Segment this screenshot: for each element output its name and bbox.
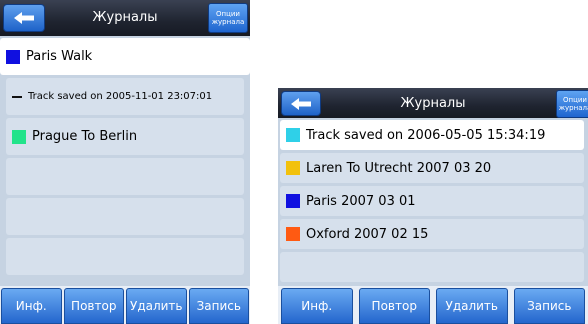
logs-screen-left: Журналы Опции журнала Paris Walk Track sa…	[0, 0, 250, 324]
replay-button[interactable]: Повтор	[358, 288, 430, 324]
log-list-empty-row	[6, 158, 244, 195]
log-list-empty-row	[280, 252, 584, 282]
delete-button[interactable]: Удалить	[436, 288, 508, 324]
log-options-label-line2: журнала	[211, 18, 245, 26]
track-color-swatch	[12, 129, 26, 144]
log-list-empty-row	[6, 198, 244, 235]
track-color-swatch	[286, 194, 300, 208]
log-options-label-line2: журнала	[558, 104, 588, 112]
log-list: Paris Walk Track saved on 2005-11-01 23:0…	[0, 38, 250, 278]
log-list-empty-row	[6, 238, 244, 275]
title-bar: Журналы Опции журнала	[278, 88, 588, 118]
log-item-label: Track saved on 2006-05-05 15:34:19	[306, 127, 546, 143]
log-list: Track saved on 2006-05-05 15:34:19 Laren …	[278, 120, 588, 285]
log-list-item[interactable]: Oxford 2007 02 15	[280, 219, 584, 249]
track-dash-marker	[12, 95, 22, 98]
page-title: Журналы	[400, 96, 466, 111]
replay-button[interactable]: Повтор	[63, 288, 124, 324]
log-list-item[interactable]: Track saved on 2006-05-05 15:34:19	[280, 120, 584, 150]
log-item-label: Track saved on 2005-11-01 23:07:01	[28, 91, 213, 102]
log-item-label: Laren To Utrecht 2007 03 20	[306, 160, 492, 176]
record-button[interactable]: Запись	[513, 288, 585, 324]
log-options-button[interactable]: Опции журнала	[556, 90, 588, 118]
log-list-item[interactable]: Paris 2007 03 01	[280, 186, 584, 216]
info-button[interactable]: Инф.	[281, 288, 353, 324]
log-list-item[interactable]: Laren To Utrecht 2007 03 20	[280, 153, 584, 183]
title-bar: Журналы Опции журнала	[0, 0, 250, 36]
track-color-swatch	[286, 128, 300, 142]
logs-screen-right: Журналы Опции журнала Track saved on 200…	[278, 88, 588, 324]
bottom-toolbar: Инф. Повтор Удалить Запись	[0, 286, 250, 324]
log-item-label: Prague To Berlin	[32, 129, 138, 144]
log-options-label-line1: Опции	[216, 10, 240, 18]
log-item-label: Paris Walk	[26, 49, 93, 64]
log-item-label: Paris 2007 03 01	[306, 193, 416, 209]
delete-button[interactable]: Удалить	[126, 288, 187, 324]
log-list-item[interactable]: Track saved on 2005-11-01 23:07:01	[6, 78, 244, 115]
log-list-item[interactable]: Prague To Berlin	[6, 118, 244, 155]
log-options-button[interactable]: Опции журнала	[208, 3, 248, 33]
track-color-swatch	[286, 161, 300, 175]
info-button[interactable]: Инф.	[1, 288, 62, 324]
log-item-label: Oxford 2007 02 15	[306, 226, 429, 242]
track-color-swatch	[6, 49, 20, 64]
bottom-toolbar: Инф. Повтор Удалить Запись	[278, 286, 588, 324]
record-button[interactable]: Запись	[188, 288, 249, 324]
track-color-swatch	[286, 227, 300, 241]
log-list-item[interactable]: Paris Walk	[0, 38, 250, 75]
log-options-label-line1: Опции	[563, 96, 587, 104]
